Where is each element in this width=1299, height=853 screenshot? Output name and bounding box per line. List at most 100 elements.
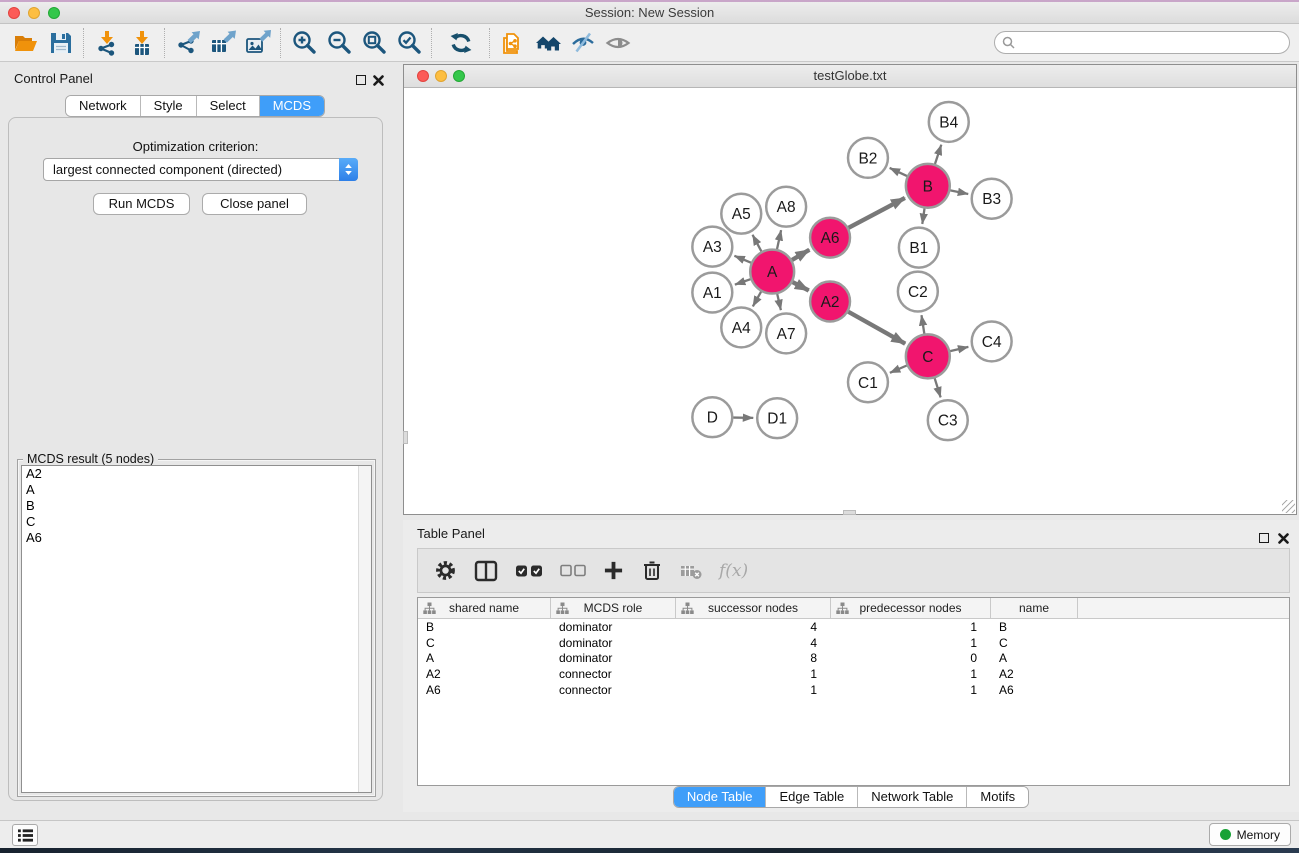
open-session-icon[interactable] xyxy=(8,27,43,59)
column-header-MCDS-role[interactable]: MCDS role xyxy=(551,598,676,618)
cell-MCDS-role[interactable]: dominator xyxy=(551,636,676,650)
hide-graphics-icon[interactable] xyxy=(565,27,600,59)
float-panel-icon[interactable] xyxy=(354,73,368,87)
node-A3[interactable]: A3 xyxy=(692,227,732,267)
close-panel-icon[interactable] xyxy=(1276,531,1290,545)
cell-MCDS-role[interactable]: dominator xyxy=(551,620,676,634)
minimize-window-button[interactable] xyxy=(28,7,40,19)
node-A2[interactable]: A2 xyxy=(810,282,850,322)
splitter-handle[interactable] xyxy=(403,431,408,444)
add-column-icon[interactable] xyxy=(603,560,624,581)
splitter-handle[interactable] xyxy=(843,510,856,515)
edge-A-A5[interactable] xyxy=(753,235,762,252)
tab-node-table[interactable]: Node Table xyxy=(674,787,767,807)
cell-shared-name[interactable]: B xyxy=(418,620,551,634)
memory-button[interactable]: Memory xyxy=(1209,823,1291,846)
edge-C-C4[interactable] xyxy=(950,347,968,351)
cell-name[interactable]: A6 xyxy=(991,683,1078,697)
tab-motifs[interactable]: Motifs xyxy=(967,787,1028,807)
task-history-button[interactable] xyxy=(12,824,38,846)
cell-MCDS-role[interactable]: dominator xyxy=(551,651,676,665)
search-input[interactable] xyxy=(1015,34,1289,52)
edge-C-C2[interactable] xyxy=(921,315,924,334)
result-item-A[interactable]: A xyxy=(22,482,371,498)
search-field[interactable] xyxy=(994,31,1290,54)
table-row-A6[interactable]: A6connector11A6 xyxy=(418,682,1289,698)
edge-A6-B[interactable] xyxy=(849,198,905,228)
cell-successor-nodes[interactable]: 1 xyxy=(676,683,831,697)
cell-name[interactable]: B xyxy=(991,620,1078,634)
save-session-icon[interactable] xyxy=(43,27,78,59)
result-scrollbar[interactable] xyxy=(358,466,371,792)
cell-MCDS-role[interactable]: connector xyxy=(551,683,676,697)
edge-B-B2[interactable] xyxy=(890,168,907,176)
show-graphics-icon[interactable] xyxy=(600,27,635,59)
column-header-successor-nodes[interactable]: successor nodes xyxy=(676,598,831,618)
import-network-icon[interactable] xyxy=(89,27,124,59)
copy-network-icon[interactable] xyxy=(495,27,530,59)
cell-successor-nodes[interactable]: 4 xyxy=(676,636,831,650)
edge-A-A4[interactable] xyxy=(753,292,761,307)
edge-B-B4[interactable] xyxy=(935,145,941,164)
deselect-checkboxes-icon[interactable] xyxy=(560,564,586,577)
cell-shared-name[interactable]: C xyxy=(418,636,551,650)
tab-style[interactable]: Style xyxy=(141,96,197,116)
table-row-C[interactable]: Cdominator41C xyxy=(418,635,1289,651)
cell-name[interactable]: A2 xyxy=(991,667,1078,681)
tab-edge-table[interactable]: Edge Table xyxy=(766,787,858,807)
export-network-icon[interactable] xyxy=(170,27,205,59)
edge-C-C3[interactable] xyxy=(935,378,941,397)
zoom-selected-icon[interactable] xyxy=(391,27,426,59)
node-D[interactable]: D xyxy=(692,397,732,437)
home-icon[interactable] xyxy=(530,27,565,59)
result-item-A6[interactable]: A6 xyxy=(22,530,371,546)
node-A5[interactable]: A5 xyxy=(721,194,761,234)
edge-A-A8[interactable] xyxy=(777,230,781,249)
node-B2[interactable]: B2 xyxy=(848,138,888,178)
criterion-dropdown[interactable]: largest connected component (directed) xyxy=(43,158,358,181)
table-row-A[interactable]: Adominator80A xyxy=(418,651,1289,667)
close-window-button[interactable] xyxy=(8,7,20,19)
edge-A2-C[interactable] xyxy=(848,312,905,344)
node-B[interactable]: B xyxy=(906,164,950,208)
result-item-C[interactable]: C xyxy=(22,514,371,530)
close-panel-button[interactable]: Close panel xyxy=(202,193,307,215)
run-mcds-button[interactable]: Run MCDS xyxy=(93,193,190,215)
cell-successor-nodes[interactable]: 4 xyxy=(676,620,831,634)
node-C2[interactable]: C2 xyxy=(898,272,938,312)
cell-MCDS-role[interactable]: connector xyxy=(551,667,676,681)
network-canvas[interactable]: ABCA2A6A1A3A4A5A7A8B1B2B3B4C1C2C3C4DD1 xyxy=(404,88,1296,514)
tab-network[interactable]: Network xyxy=(66,96,141,116)
edge-C-C1[interactable] xyxy=(890,365,907,372)
tab-mcds[interactable]: MCDS xyxy=(260,96,324,116)
import-table-icon[interactable] xyxy=(124,27,159,59)
table-row-A2[interactable]: A2connector11A2 xyxy=(418,666,1289,682)
refresh-icon[interactable] xyxy=(443,27,478,59)
node-A6[interactable]: A6 xyxy=(810,218,850,258)
cell-shared-name[interactable]: A2 xyxy=(418,667,551,681)
node-C[interactable]: C xyxy=(906,334,950,378)
node-A1[interactable]: A1 xyxy=(692,273,732,313)
node-B3[interactable]: B3 xyxy=(972,179,1012,219)
node-B1[interactable]: B1 xyxy=(899,228,939,268)
network-close-button[interactable] xyxy=(417,70,429,82)
node-C1[interactable]: C1 xyxy=(848,362,888,402)
node-C4[interactable]: C4 xyxy=(972,321,1012,361)
cell-predecessor-nodes[interactable]: 0 xyxy=(831,651,991,665)
tab-select[interactable]: Select xyxy=(197,96,260,116)
select-all-checkboxes-icon[interactable] xyxy=(515,563,543,578)
node-A8[interactable]: A8 xyxy=(766,187,806,227)
network-minimize-button[interactable] xyxy=(435,70,447,82)
cell-name[interactable]: A xyxy=(991,651,1078,665)
cell-predecessor-nodes[interactable]: 1 xyxy=(831,667,991,681)
edge-A-A3[interactable] xyxy=(734,256,751,263)
zoom-in-icon[interactable] xyxy=(286,27,321,59)
edge-A-A7[interactable] xyxy=(777,294,781,310)
export-table-icon[interactable] xyxy=(205,27,240,59)
edge-A-A6[interactable] xyxy=(792,250,809,260)
node-A7[interactable]: A7 xyxy=(766,313,806,353)
node-A4[interactable]: A4 xyxy=(721,307,761,347)
edge-A-A2[interactable] xyxy=(793,282,809,290)
zoom-fit-icon[interactable] xyxy=(356,27,391,59)
zoom-out-icon[interactable] xyxy=(321,27,356,59)
